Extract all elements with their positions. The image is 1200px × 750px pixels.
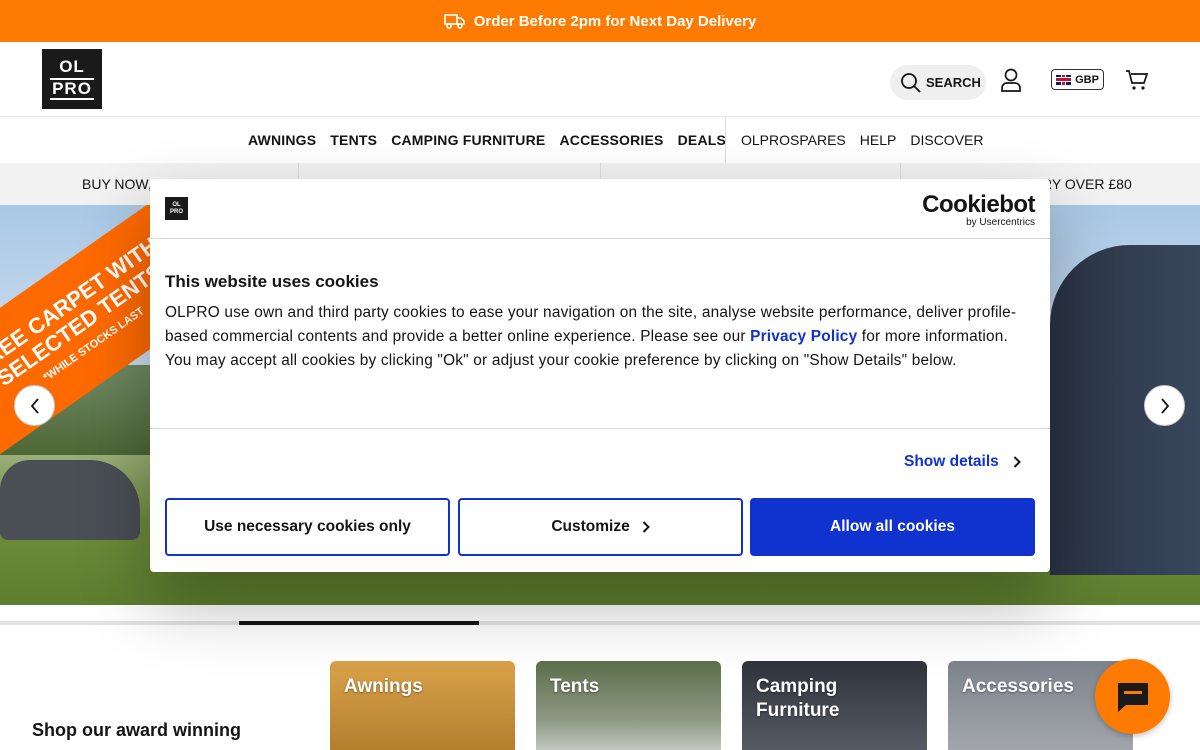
cookie-divider [150, 428, 1050, 429]
customize-label: Customize [551, 518, 630, 535]
small-logo-line2: PRO [169, 208, 183, 215]
cookie-dialog-header: OL PRO Cookiebot by Usercentrics [150, 179, 1050, 239]
cookie-dialog: OL PRO Cookiebot by Usercentrics This we… [150, 179, 1050, 572]
customize-button[interactable]: Customize [458, 498, 743, 556]
allow-all-cookies-button[interactable]: Allow all cookies [750, 498, 1035, 556]
show-details-label: Show details [904, 453, 999, 470]
use-necessary-cookies-button[interactable]: Use necessary cookies only [165, 498, 450, 556]
small-logo-line1: OL [172, 201, 181, 208]
privacy-policy-link[interactable]: Privacy Policy [750, 328, 857, 345]
cookie-text: OLPRO use own and third party cookies to… [165, 301, 1035, 373]
cookie-title: This website uses cookies [165, 272, 379, 291]
show-details-link[interactable]: Show details [904, 453, 1021, 471]
olpro-small-logo: OL PRO [165, 197, 188, 220]
chevron-right-icon [642, 521, 650, 533]
chevron-right-icon [1013, 456, 1021, 468]
cookiebot-name: Cookiebot [922, 191, 1035, 218]
cookiebot-sub: by Usercentrics [966, 217, 1035, 228]
cookiebot-logo[interactable]: Cookiebot by Usercentrics [922, 191, 1035, 229]
